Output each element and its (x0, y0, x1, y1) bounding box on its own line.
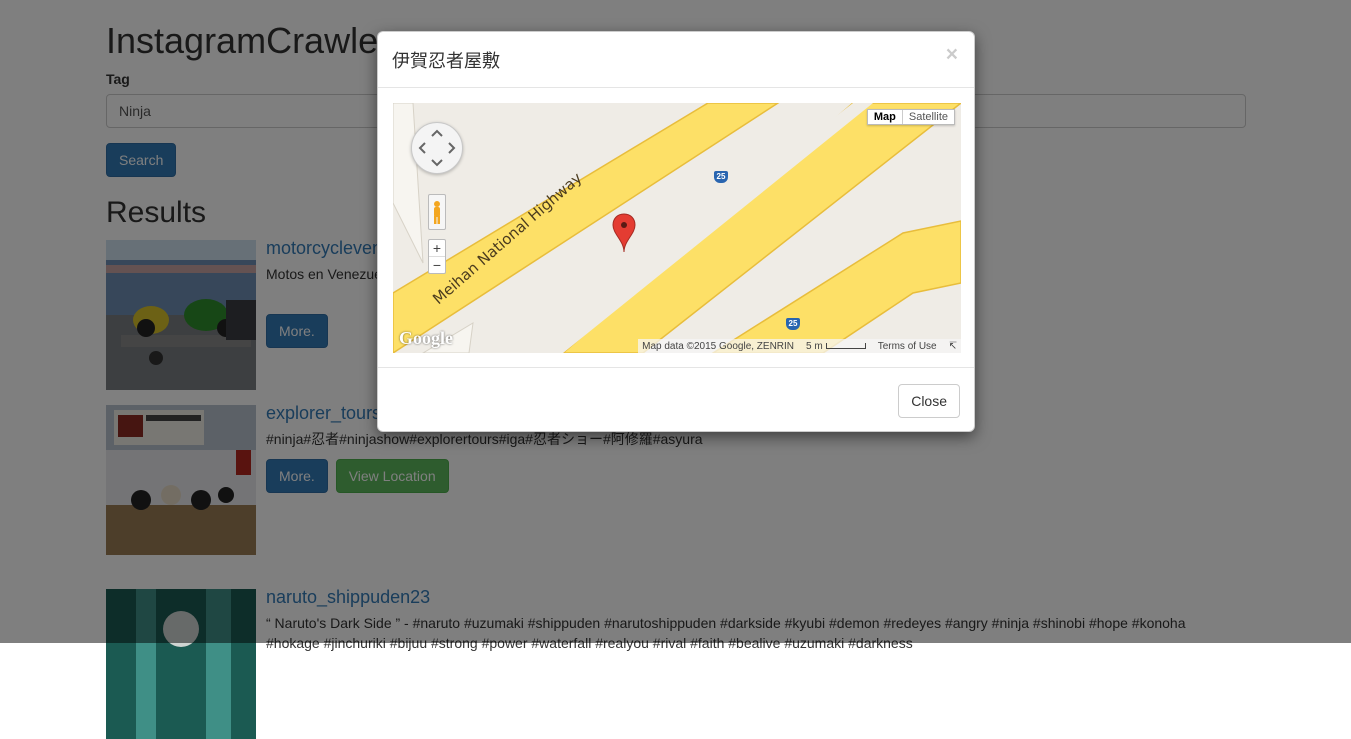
map-type-map-button[interactable]: Map (868, 110, 903, 124)
modal-header: 伊賀忍者屋敷 × (378, 32, 974, 88)
modal-title: 伊賀忍者屋敷 (392, 51, 500, 72)
route-shield-icon: 25 (714, 171, 728, 183)
map-type-satellite-button[interactable]: Satellite (903, 110, 954, 124)
map-attribution-bar: Map data ©2015 Google, ZENRIN 5 m Terms … (638, 339, 961, 353)
modal-footer: Close (378, 367, 974, 431)
zoom-control: + − (428, 239, 446, 274)
location-map[interactable]: Meihan National Highway 25 25 Map Satell… (393, 103, 961, 353)
route-shield-icon: 25 (786, 318, 800, 330)
map-marker-icon[interactable] (612, 213, 636, 253)
street-view-icon (434, 201, 440, 224)
pan-control[interactable] (411, 122, 463, 174)
location-modal: 伊賀忍者屋敷 × Meihan National Highway 25 25 M… (377, 31, 975, 432)
terms-of-use-link[interactable]: Terms of Use (878, 341, 937, 352)
zoom-in-button[interactable]: + (429, 240, 445, 256)
report-map-error-icon[interactable]: ↸ (949, 341, 957, 352)
zoom-out-button[interactable]: − (429, 256, 445, 273)
scale-bar (825, 343, 866, 349)
pan-arrows-icon (418, 129, 456, 167)
close-icon[interactable]: × (946, 44, 958, 65)
close-button[interactable]: Close (898, 384, 960, 418)
google-logo[interactable]: Google (399, 328, 453, 349)
map-data-attribution: Map data ©2015 Google, ZENRIN (642, 340, 795, 352)
modal-body: Meihan National Highway 25 25 Map Satell… (378, 88, 974, 368)
scale-label: 5 m (806, 340, 823, 352)
pegman-icon[interactable] (428, 194, 446, 230)
map-canvas (393, 103, 961, 353)
map-type-control: Map Satellite (866, 109, 955, 125)
